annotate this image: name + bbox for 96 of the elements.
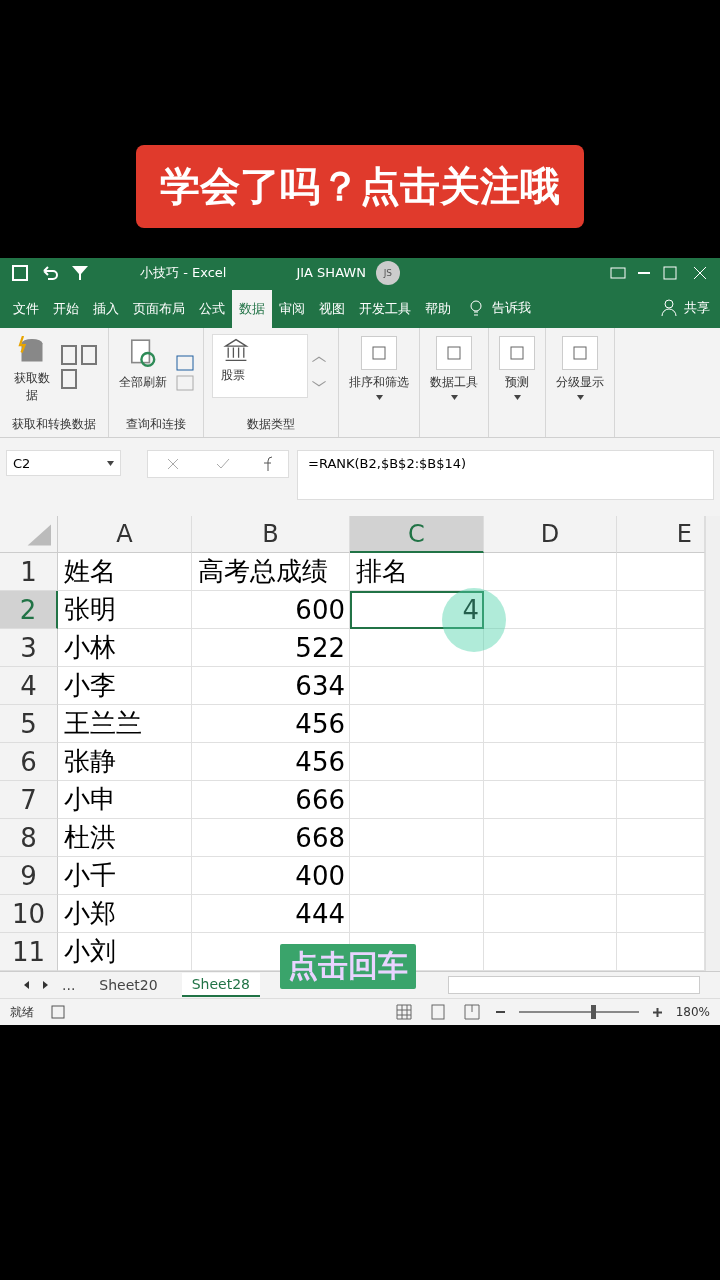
group-title: 查询和连接 [126, 416, 186, 433]
table-cell: 张明 [58, 591, 192, 629]
save-icon [10, 262, 30, 283]
row-header[interactable]: 9 [0, 857, 58, 895]
sheet-tab[interactable]: Sheet20 [89, 974, 168, 996]
row-header[interactable]: 7 [0, 781, 58, 819]
table-cell: 姓名 [58, 553, 192, 591]
column-header[interactable]: E [617, 516, 705, 553]
ribbon-tab[interactable]: 文件 [6, 290, 46, 328]
row-header[interactable]: 2 [0, 591, 58, 629]
ribbon-command[interactable]: 分级显示 [554, 334, 606, 402]
minimize-icon [638, 271, 650, 274]
macro-icon [48, 1002, 68, 1022]
row-header[interactable]: 3 [0, 629, 58, 667]
row-header[interactable]: 4 [0, 667, 58, 705]
vertical-scrollbar[interactable] [705, 516, 720, 971]
zoom-slider-thumb[interactable] [591, 1005, 597, 1019]
user-name: JIA SHAWN [296, 265, 366, 280]
sticker-caption: 点击回车 [280, 944, 416, 989]
ribbon-command-icon [369, 343, 389, 363]
table-cell: 634 [192, 667, 350, 705]
table-cell: 王兰兰 [58, 705, 192, 743]
caret-icon [450, 395, 458, 400]
ribbon-command-icon [570, 343, 590, 363]
group-title: 数据类型 [247, 416, 295, 433]
banner-title: 学会了吗？点击关注哦 [136, 145, 584, 228]
table-cell: 小刘 [58, 933, 192, 971]
name-box[interactable]: C2 [6, 450, 121, 476]
row-header[interactable]: 10 [0, 895, 58, 933]
table-cell: 456 [192, 743, 350, 781]
table-cell: 668 [192, 819, 350, 857]
table-cell: 小林 [58, 629, 192, 667]
sheet-tab[interactable]: Sheet28 [181, 973, 260, 997]
table-cell: 杜洪 [58, 819, 192, 857]
formula-field[interactable]: =RANK(B2,$B$2:$B$14) [297, 450, 714, 500]
refresh-all-button[interactable]: 全部刷新 [117, 334, 169, 394]
ribbon-tab[interactable]: 审阅 [272, 290, 312, 328]
ribbon-tab[interactable]: 开发工具 [352, 290, 418, 328]
ribbon-command[interactable]: 预测 [497, 334, 537, 402]
ribbon-tab[interactable]: 插入 [86, 290, 126, 328]
row-header[interactable]: 6 [0, 743, 58, 781]
table-cell: 小千 [58, 857, 192, 895]
ribbon-tab[interactable]: 视图 [312, 290, 352, 328]
more-sheets-button[interactable]: ... [62, 977, 76, 993]
table-cell: 666 [192, 781, 350, 819]
scroll-right-icon[interactable] [43, 981, 48, 989]
page-break-icon [461, 1002, 482, 1022]
table-cell: 小申 [58, 781, 192, 819]
table-cell: 排名 [350, 553, 484, 591]
active-cell[interactable]: 4 [350, 591, 484, 629]
table-cell: 444 [192, 895, 350, 933]
caret-icon [107, 460, 114, 466]
person-icon [660, 298, 680, 318]
row-header[interactable]: 1 [0, 553, 58, 591]
row-header[interactable]: 8 [0, 819, 58, 857]
row-header[interactable]: 5 [0, 705, 58, 743]
bank-icon [221, 337, 251, 363]
table-cell: 600 [192, 591, 350, 629]
caret-icon [375, 395, 383, 400]
table-cell: 高考总成绩 [192, 553, 350, 591]
column-header[interactable]: C [350, 516, 484, 553]
function-icon[interactable] [263, 456, 273, 472]
group-title: 获取和转换数据 [12, 416, 96, 433]
column-header[interactable]: A [58, 516, 192, 553]
zoom-in-button[interactable] [652, 1007, 662, 1017]
table-cell: 522 [192, 629, 350, 667]
ribbon-tab[interactable]: 公式 [192, 290, 232, 328]
horizontal-scrollbar[interactable] [448, 976, 700, 994]
row-header[interactable]: 11 [0, 933, 58, 971]
ribbon-command[interactable]: 数据工具 [428, 334, 480, 402]
ribbon-tab[interactable]: 帮助 [418, 290, 458, 328]
ribbon-tab[interactable]: 数据 [232, 290, 272, 328]
ribbon-command[interactable]: 排序和筛选 [347, 334, 411, 402]
zoom-level: 180% [675, 1005, 710, 1019]
ribbon-tab[interactable]: 页面布局 [126, 290, 192, 328]
status-text: 就绪 [10, 1003, 34, 1021]
tell-me-button[interactable]: 告诉我 [492, 299, 531, 317]
table-cell: 张静 [58, 743, 192, 781]
table-cell: 400 [192, 857, 350, 895]
column-header[interactable]: B [192, 516, 350, 553]
scroll-left-icon[interactable] [24, 981, 29, 989]
table-cell: 456 [192, 705, 350, 743]
caret-icon [576, 395, 584, 400]
get-data-button[interactable]: 获取数据 [8, 334, 56, 406]
normal-view-icon [393, 1002, 414, 1022]
user-avatar: JS [375, 260, 400, 285]
window-title: 小技巧 - Excel [140, 263, 227, 282]
table-cell: 小李 [58, 667, 192, 705]
table-cell: 小郑 [58, 895, 192, 933]
ribbon-command-icon [507, 343, 527, 363]
share-button[interactable]: 共享 [684, 299, 710, 317]
stocks-button[interactable]: 股票 [212, 334, 308, 398]
ribbon-command-icon [444, 343, 464, 363]
caret-icon [513, 395, 521, 400]
column-header[interactable]: D [484, 516, 617, 553]
ribbon-tab[interactable]: 开始 [46, 290, 86, 328]
